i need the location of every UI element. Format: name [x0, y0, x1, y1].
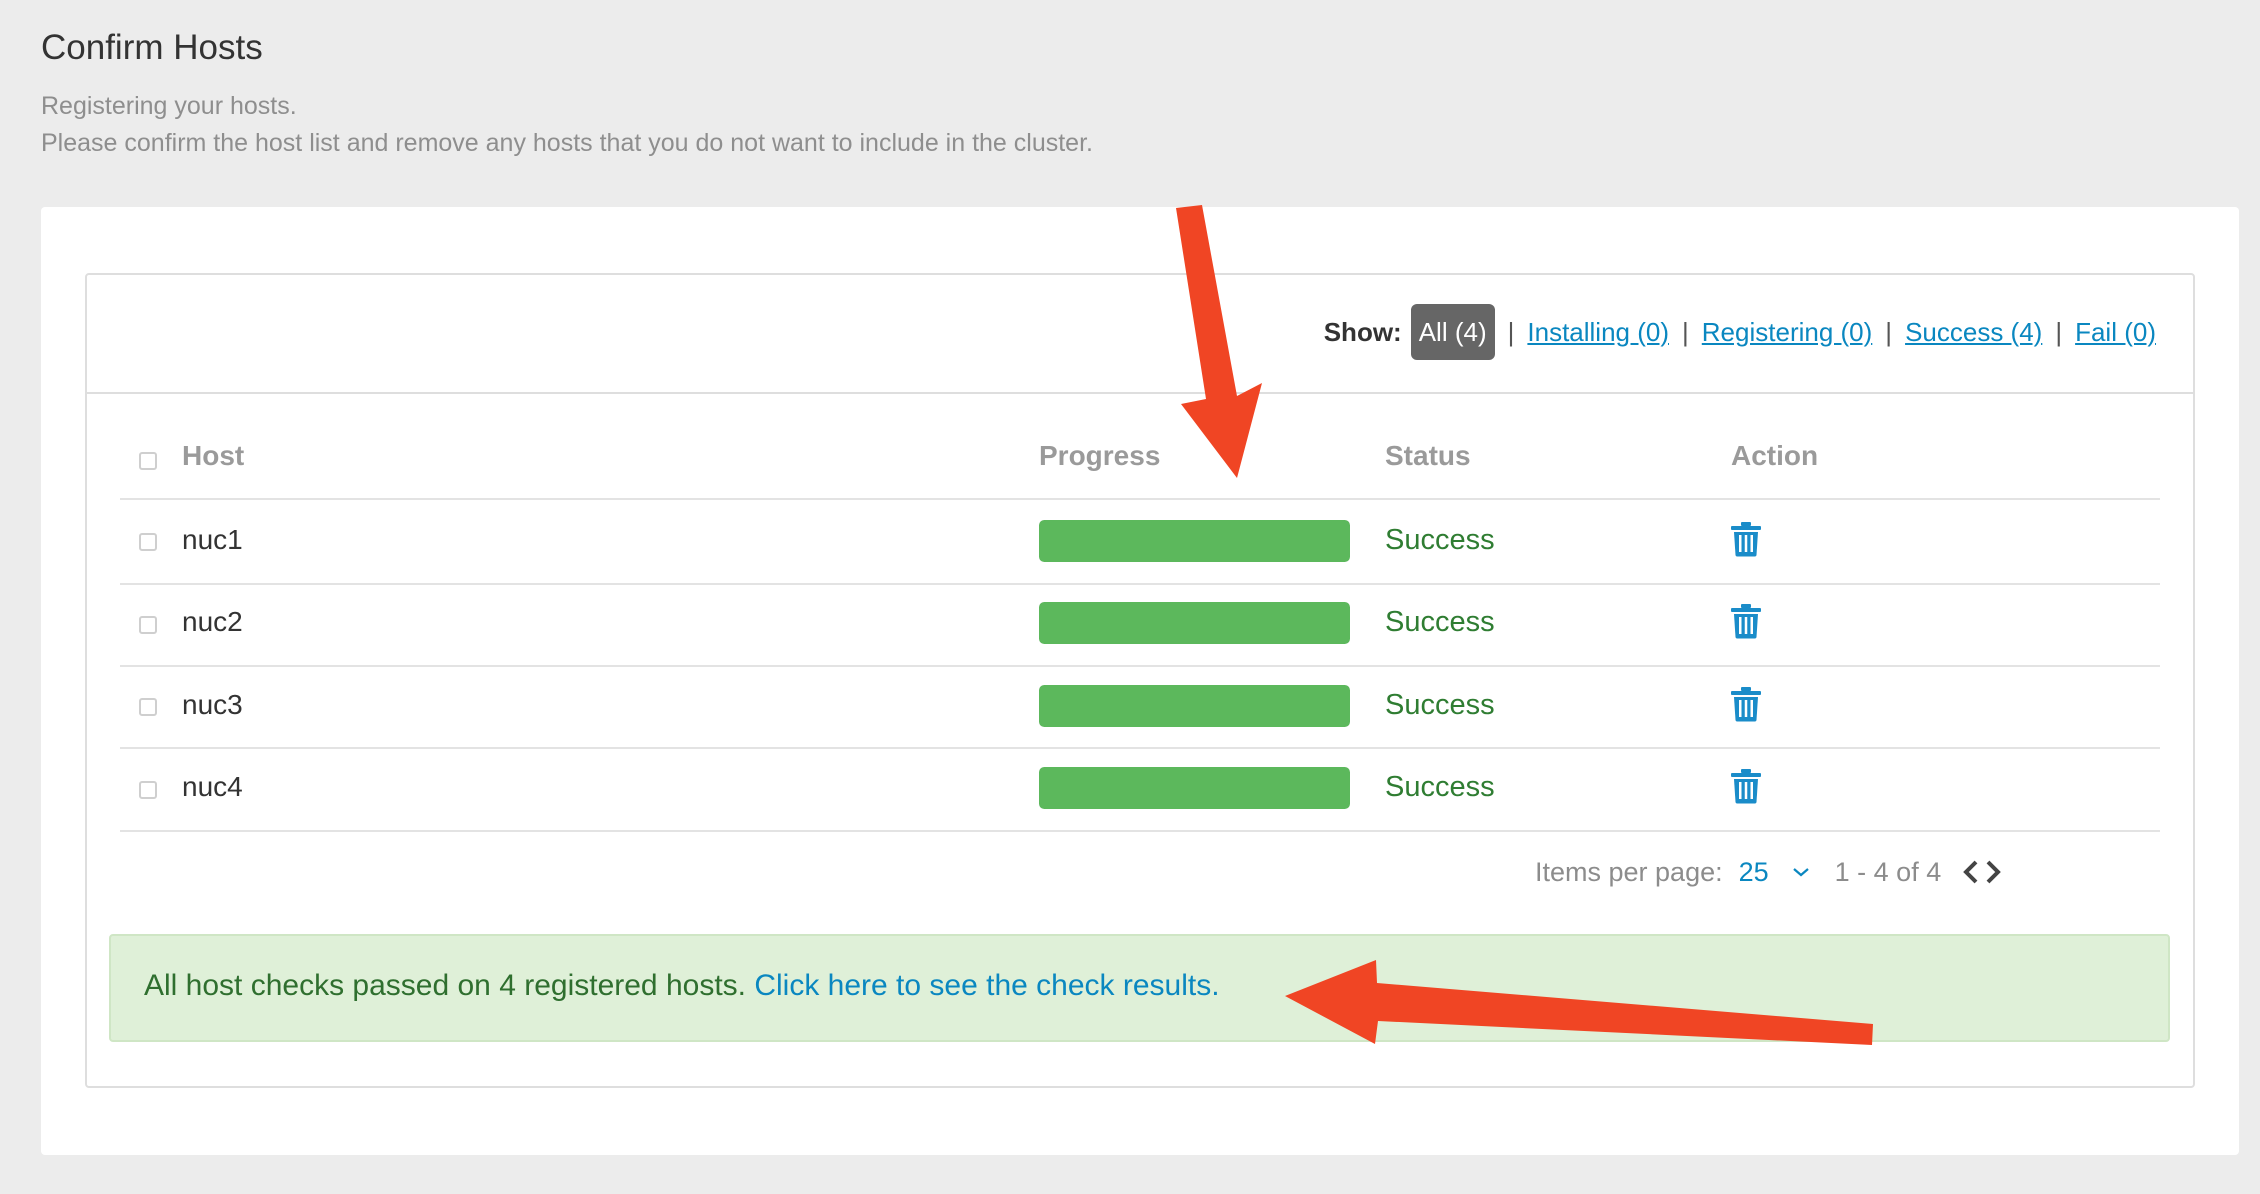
progress-bar-fill [1039, 685, 1350, 727]
filter-show-label: Show: [1323, 316, 1402, 347]
progress-bar [1039, 520, 1350, 562]
progress-bar-fill [1039, 520, 1350, 562]
filter-installing-link[interactable]: Installing (0) [1527, 317, 1669, 348]
row-checkbox-nuc4[interactable] [139, 781, 157, 799]
trash-icon[interactable] [1729, 521, 1763, 557]
filter-fail-link[interactable]: Fail (0) [2075, 317, 2156, 348]
host-name: nuc1 [182, 524, 243, 555]
host-checks-alert-text: All host checks passed on 4 registered h… [144, 969, 1220, 1003]
filter-separator: | [2055, 316, 2063, 347]
select-all-checkbox[interactable] [139, 452, 157, 470]
pagination: Items per page: 25 1 - 4 of 4 [1535, 852, 2003, 892]
row-divider [120, 747, 2160, 749]
row-checkbox-nuc1[interactable] [139, 533, 157, 551]
host-filter-bar: Show: All (4) | Installing (0) | Registe… [1324, 304, 2156, 360]
trash-icon[interactable] [1729, 768, 1763, 804]
filter-separator: | [1682, 316, 1689, 347]
page-subtitle-registering: Registering your hosts. [41, 92, 297, 120]
pagination-range: 1 - 4 of 4 [1834, 856, 1942, 887]
status-text: Success [1385, 689, 1495, 721]
table-header-divider [120, 498, 2160, 500]
page-title: Confirm Hosts [41, 28, 263, 67]
status-text: Success [1385, 771, 1495, 803]
progress-bar-fill [1039, 767, 1350, 809]
host-name: nuc2 [182, 606, 243, 637]
progress-bar [1039, 685, 1350, 727]
table-bottom-divider [120, 830, 2160, 832]
filter-all-button[interactable]: All (4) [1410, 304, 1495, 360]
column-header-action: Action [1731, 440, 1819, 471]
progress-bar-fill [1039, 602, 1350, 644]
progress-bar [1039, 602, 1350, 644]
items-per-page-select[interactable]: 25 [1739, 857, 1769, 888]
column-header-progress: Progress [1039, 440, 1161, 471]
progress-bar [1039, 767, 1350, 809]
filter-separator: | [1507, 316, 1515, 347]
host-name: nuc3 [182, 689, 243, 720]
row-divider [120, 665, 2160, 667]
filter-registering-link[interactable]: Registering (0) [1702, 317, 1873, 348]
column-header-host: Host [182, 440, 245, 471]
status-text: Success [1385, 606, 1495, 638]
filter-separator: | [1885, 316, 1893, 347]
host-name: nuc4 [182, 771, 243, 802]
status-text: Success [1385, 524, 1495, 556]
filter-success-link[interactable]: Success (4) [1905, 317, 2042, 348]
row-checkbox-nuc2[interactable] [139, 616, 157, 634]
column-header-status: Status [1385, 440, 1471, 471]
page-subtitle-instructions: Please confirm the host list and remove … [41, 129, 1093, 157]
chevron-down-icon[interactable] [1791, 865, 1811, 879]
alert-message: All host checks passed on 4 registered h… [144, 969, 746, 1002]
row-divider [120, 583, 2160, 585]
items-per-page-label: Items per page: [1535, 856, 1723, 887]
chevron-left-icon[interactable] [1961, 858, 1981, 886]
row-checkbox-nuc3[interactable] [139, 698, 157, 716]
chevron-right-icon[interactable] [1983, 858, 2003, 886]
trash-icon[interactable] [1729, 686, 1763, 722]
check-results-link[interactable]: Click here to see the check results. [754, 969, 1219, 1002]
panel-divider [87, 392, 2194, 394]
trash-icon[interactable] [1729, 603, 1763, 639]
